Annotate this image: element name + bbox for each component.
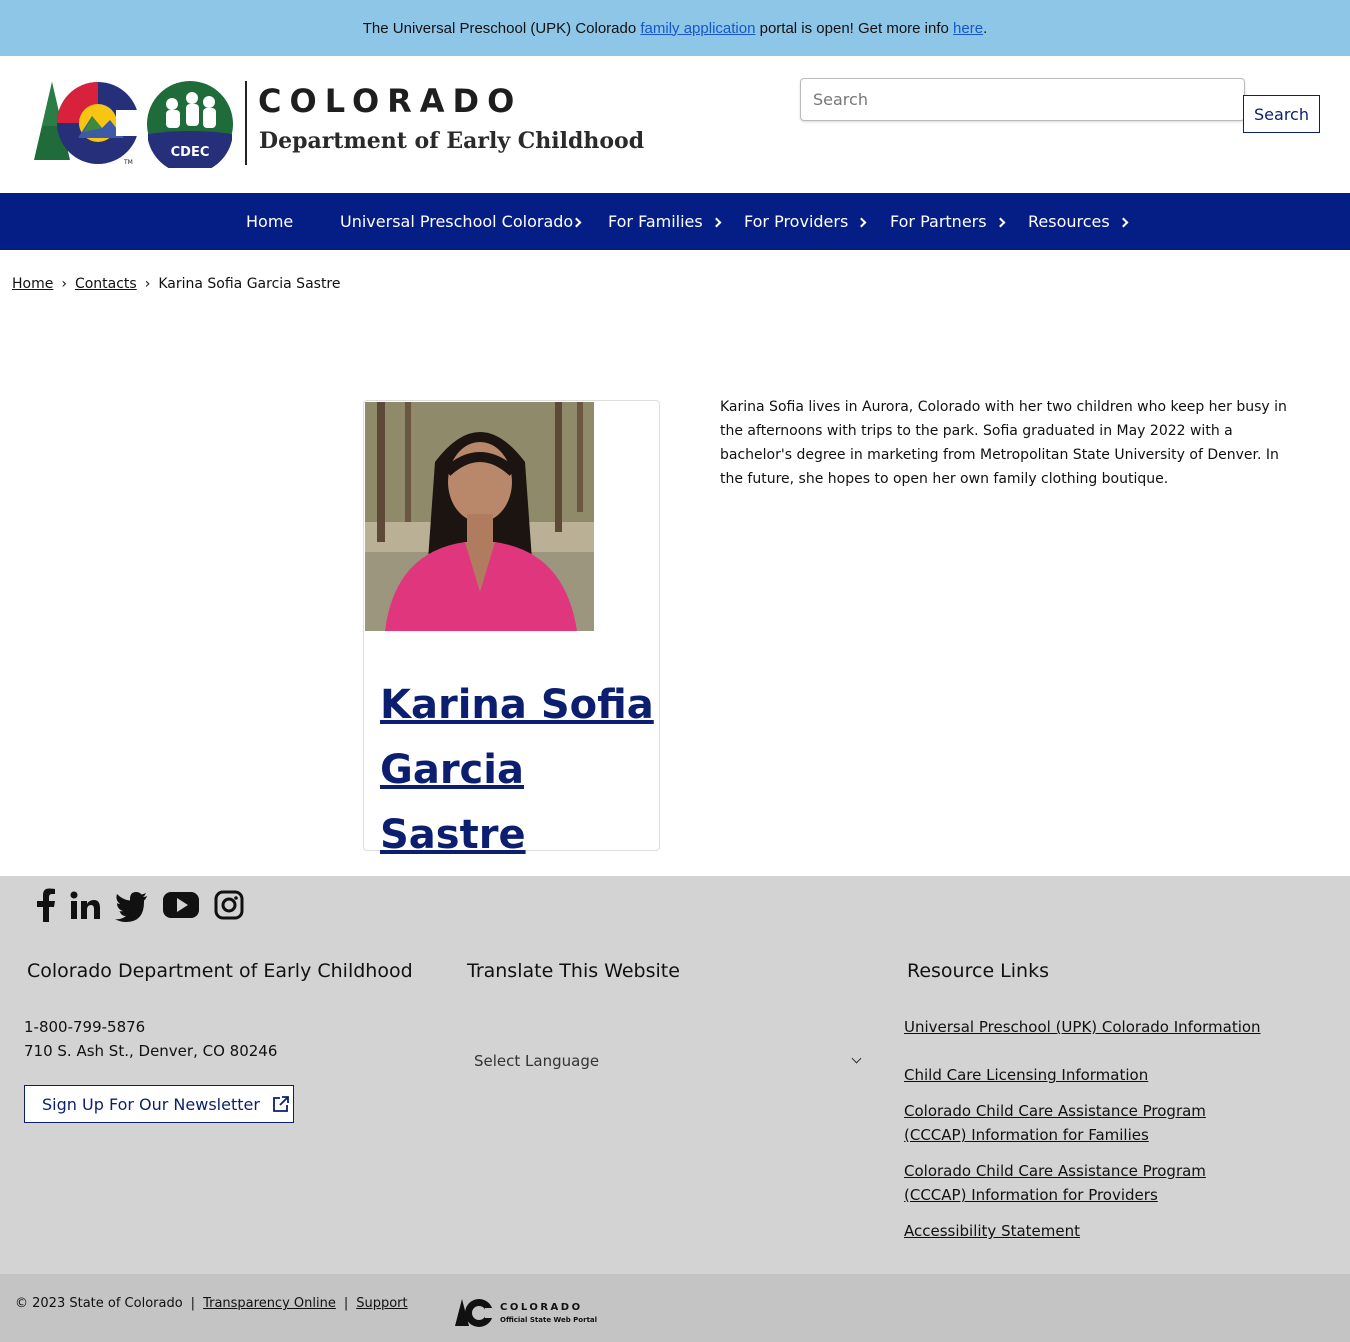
- resource-link-cccap-providers[interactable]: Colorado Child Care Assistance Program (…: [904, 1159, 1264, 1207]
- phone-number: 1-800-799-5876: [24, 1018, 146, 1036]
- chevron-right-icon: [711, 217, 722, 227]
- profile-card: Karina Sofia Garcia Sastre: [363, 400, 660, 858]
- site-footer: Colorado Department of Early Childhood 1…: [0, 876, 1350, 1274]
- alert-text-suffix: .: [983, 19, 988, 37]
- resource-link-upk[interactable]: Universal Preschool (UPK) Colorado Infor…: [904, 1015, 1264, 1039]
- colorado-portal-logo-icon[interactable]: [454, 1298, 494, 1328]
- search-button[interactable]: Search: [1243, 95, 1320, 133]
- chevron-right-icon: [1118, 217, 1129, 227]
- alert-text-middle: portal is open! Get more info: [755, 19, 954, 37]
- breadcrumb-separator: ›: [144, 276, 151, 292]
- youtube-icon[interactable]: [163, 888, 199, 922]
- breadcrumb: Home › Contacts › Karina Sofia Garcia Sa…: [12, 276, 341, 292]
- language-select[interactable]: Select Language: [474, 1052, 864, 1072]
- linkedin-icon[interactable]: [70, 888, 101, 922]
- nav-item-home[interactable]: Home: [246, 193, 293, 250]
- profile-bio: Karina Sofia lives in Aurora, Colorado w…: [720, 399, 1287, 487]
- breadcrumb-home-link[interactable]: Home: [12, 276, 53, 292]
- resource-link-licensing[interactable]: Child Care Licensing Information: [904, 1063, 1264, 1087]
- site-header: TM CDEC COLORADO Department of Early Chi…: [0, 56, 1350, 193]
- contact-heading: Colorado Department of Early Childhood: [27, 960, 413, 982]
- portal-subtitle: Official State Web Portal: [500, 1316, 598, 1324]
- family-application-link[interactable]: family application: [640, 20, 755, 37]
- pipe-divider: |: [190, 1296, 196, 1311]
- nav-item-for-providers[interactable]: For Providers: [744, 193, 867, 250]
- facebook-icon[interactable]: [36, 888, 56, 922]
- nav-item-label: Resources: [1028, 212, 1110, 231]
- alert-text-prefix: The Universal Preschool (UPK) Colorado: [362, 19, 641, 37]
- nav-item-for-partners[interactable]: For Partners: [890, 193, 1006, 250]
- alert-banner: The Universal Preschool (UPK) Colorado f…: [0, 0, 1350, 56]
- breadcrumb-contacts-link[interactable]: Contacts: [75, 276, 137, 292]
- transparency-online-link[interactable]: Transparency Online: [203, 1296, 336, 1311]
- chevron-right-icon: [995, 217, 1006, 227]
- external-link-icon: [273, 1096, 289, 1112]
- logo-divider: [245, 81, 247, 165]
- colorado-logo-icon[interactable]: TM: [30, 80, 142, 168]
- nav-item-label: Universal Preschool Colorado: [340, 212, 574, 231]
- brand-subtitle[interactable]: Department of Early Childhood: [259, 128, 644, 154]
- main-nav: Home Universal Preschool Colorado For Fa…: [0, 193, 1350, 250]
- copyright-text: © 2023 State of Colorado: [15, 1296, 183, 1311]
- chevron-right-icon: [856, 217, 867, 227]
- nav-item-resources[interactable]: Resources: [1028, 193, 1129, 250]
- translate-heading: Translate This Website: [467, 960, 680, 982]
- language-select-value: Select Language: [474, 1052, 600, 1070]
- person-name-link[interactable]: Karina Sofia Garcia Sastre: [380, 673, 655, 868]
- chevron-down-icon: [851, 1053, 862, 1064]
- portal-title: COLORADO: [500, 1302, 583, 1313]
- pipe-divider: |: [343, 1296, 349, 1311]
- svg-text:TM: TM: [123, 159, 133, 166]
- nav-item-label: For Families: [608, 212, 703, 231]
- cdec-logo-icon[interactable]: CDEC: [146, 80, 234, 168]
- more-info-link[interactable]: here: [953, 20, 983, 37]
- resource-link-accessibility[interactable]: Accessibility Statement: [904, 1219, 1264, 1243]
- brand-title[interactable]: COLORADO: [258, 82, 522, 120]
- search-input[interactable]: [800, 78, 1245, 121]
- nav-item-label: For Partners: [890, 212, 987, 231]
- nav-item-universal-preschool[interactable]: Universal Preschool Colorado: [340, 193, 582, 250]
- chevron-right-icon: [571, 217, 582, 227]
- resources-heading: Resource Links: [907, 960, 1049, 982]
- nav-item-label: For Providers: [744, 212, 849, 231]
- breadcrumb-current: Karina Sofia Garcia Sastre: [158, 276, 341, 292]
- address: 710 S. Ash St., Denver, CO 80246: [24, 1042, 278, 1060]
- bottom-links: © 2023 State of Colorado | Transparency …: [15, 1296, 408, 1311]
- nav-item-label: Home: [246, 212, 294, 231]
- cdec-logo-text: CDEC: [171, 145, 210, 160]
- instagram-icon[interactable]: [214, 888, 244, 922]
- newsletter-button[interactable]: Sign Up For Our Newsletter: [24, 1085, 294, 1123]
- nav-item-for-families[interactable]: For Families: [608, 193, 722, 250]
- support-link[interactable]: Support: [356, 1296, 407, 1311]
- twitter-icon[interactable]: [115, 888, 148, 922]
- breadcrumb-separator: ›: [61, 276, 67, 292]
- resource-link-cccap-families[interactable]: Colorado Child Care Assistance Program (…: [904, 1099, 1264, 1147]
- profile-photo: [365, 402, 594, 631]
- newsletter-button-label: Sign Up For Our Newsletter: [42, 1094, 260, 1114]
- bottom-bar: © 2023 State of Colorado | Transparency …: [0, 1274, 1350, 1342]
